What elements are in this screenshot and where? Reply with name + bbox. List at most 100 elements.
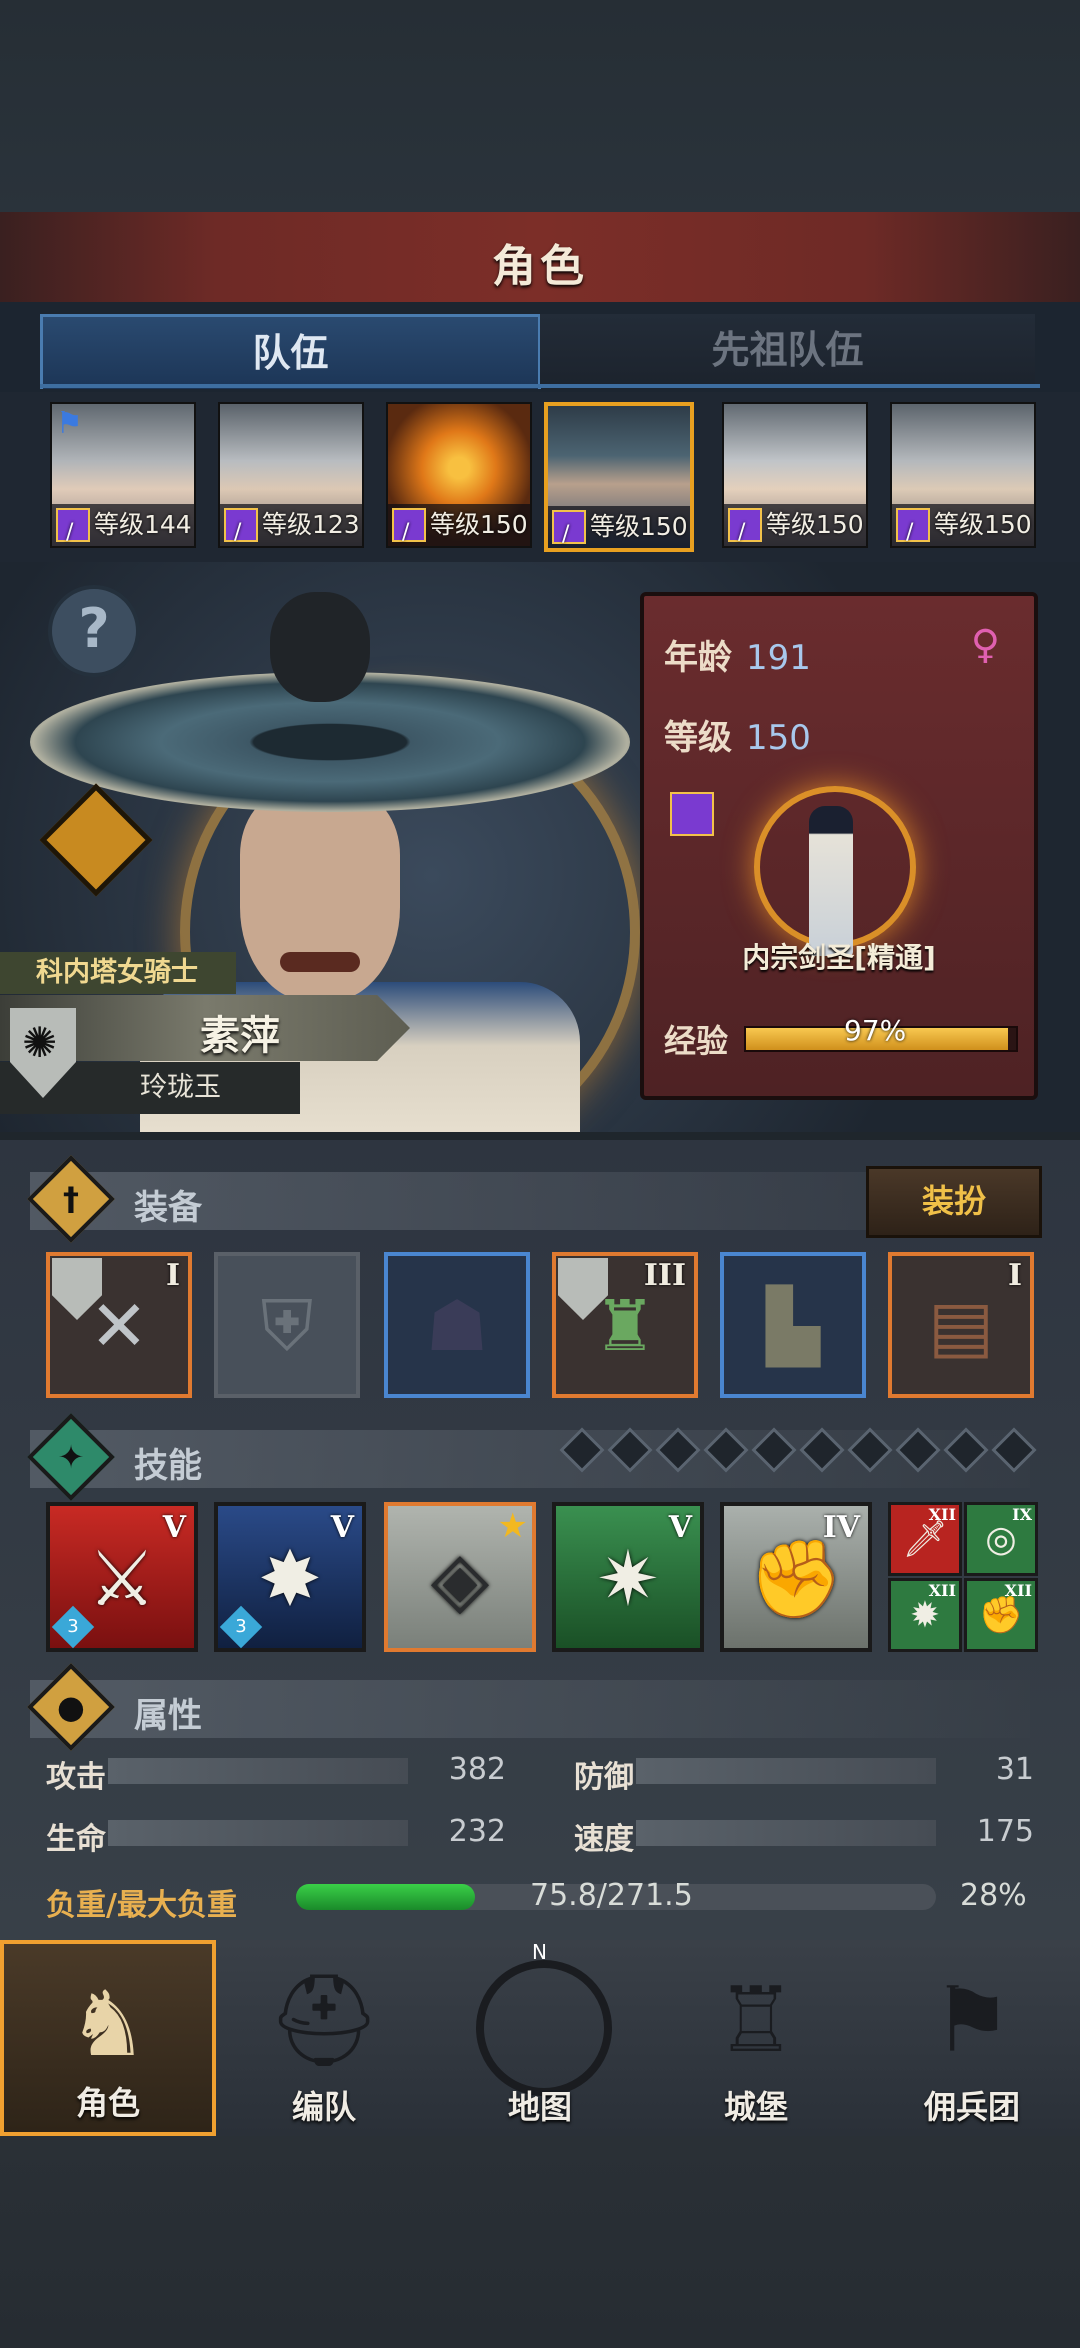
level-label: 等级123 <box>220 504 362 546</box>
roster-slot[interactable]: 等级150 <box>722 402 868 548</box>
speed-value: 175 <box>976 1814 1034 1849</box>
nav-mercenary[interactable]: ⚑ 佣兵团 <box>864 1940 1080 2136</box>
banner-fist-icon: ⚑ <box>931 1968 1013 2073</box>
equip-slot-armor[interactable]: ♜ III <box>552 1252 698 1398</box>
tab-underline <box>40 384 1040 388</box>
roster-slot[interactable]: 等级150 <box>386 402 532 548</box>
equip-slot-head[interactable]: ☗ <box>384 1252 530 1398</box>
hair-bun <box>270 592 370 702</box>
boots-icon: ▙ <box>766 1285 820 1367</box>
equip-slot-boots[interactable]: ▙ <box>720 1252 866 1398</box>
class-name: 内宗剑圣[精通] <box>742 941 936 974</box>
faction-label: 科内塔女骑士 <box>0 952 236 994</box>
character-name: 素萍 <box>200 1013 280 1059</box>
nav-formation[interactable]: ⛑ 编队 <box>216 1940 432 2136</box>
castle-icon: ♖ <box>715 1968 797 2073</box>
character-title: 玲珑玉 <box>140 1072 221 1103</box>
speed-bar <box>636 1820 936 1846</box>
class-icon <box>392 508 426 542</box>
gem-icon: 3 <box>51 1605 95 1649</box>
nav-character[interactable]: ♞ 角色 <box>0 1940 216 2136</box>
help-button[interactable]: ? <box>48 585 140 677</box>
class-icon <box>896 508 930 542</box>
title-bar: 角色 <box>0 212 1080 305</box>
skill-slot[interactable]: ✷ V <box>552 1502 704 1652</box>
compass-icon <box>476 1960 612 2096</box>
potion-button[interactable] <box>39 780 153 897</box>
skill-slot[interactable]: ◈ ★ <box>384 1502 536 1652</box>
top-background <box>0 0 1080 212</box>
class-icon <box>224 508 258 542</box>
level-label: 等级150 <box>548 506 690 548</box>
bottom-nav: ♞ 角色 ⛑ 编队 N 地图 ♖ 城堡 ⚑ 佣兵团 <box>0 1940 1080 2136</box>
weight-value: 75.8/271.5 <box>530 1878 693 1913</box>
passive-skill-slot[interactable]: ✹ XII <box>888 1578 962 1652</box>
defense-value: 31 <box>995 1752 1034 1787</box>
bottom-background <box>0 2136 1080 2348</box>
equip-slot-weapon[interactable]: ✕ I <box>46 1252 192 1398</box>
female-icon: ♀ <box>970 622 1000 668</box>
passive-skill-slot[interactable]: ✊ XII <box>964 1578 1038 1652</box>
equip-slot-accessory[interactable]: ▤ I <box>888 1252 1034 1398</box>
skill-slot[interactable]: ✊ IV <box>720 1502 872 1652</box>
level-label: 等级150 <box>724 504 866 546</box>
weight-label: 负重/最大负重 <box>46 1888 237 1923</box>
exp-value: 97% <box>844 1014 907 1047</box>
class-icon <box>552 510 586 544</box>
roster-slot[interactable]: 等级150 <box>890 402 1036 548</box>
tab-team[interactable]: 队伍 <box>40 314 541 389</box>
potion-icon <box>39 783 153 897</box>
character-mouth <box>280 952 360 972</box>
passive-skill-slot[interactable]: 🗡 XII <box>888 1502 962 1576</box>
attack-bar <box>108 1758 408 1784</box>
knight-icon: ♞ <box>67 1972 149 2077</box>
nav-map[interactable]: N 地图 <box>432 1940 648 2136</box>
attributes-title: 属性 <box>134 1696 202 1736</box>
team-roster: ⚑ 等级144 等级123 等级150 等级150 等级150 等级150 <box>0 392 1080 562</box>
attack-value: 382 <box>448 1752 506 1787</box>
level-row: 等级 150 <box>664 718 811 758</box>
hood-icon: ☗ <box>425 1285 489 1367</box>
class-icon <box>728 508 762 542</box>
age-value: 191 <box>746 638 811 678</box>
exp-label: 经验 <box>664 1022 729 1060</box>
level-label: 等级144 <box>52 504 194 546</box>
question-icon: ? <box>78 597 110 660</box>
speed-label: 速度 <box>574 1822 634 1857</box>
roster-slot-selected[interactable]: 等级150 <box>544 402 694 552</box>
gem-icon: 3 <box>219 1605 263 1649</box>
nav-castle[interactable]: ♖ 城堡 <box>648 1940 864 2136</box>
info-panel: 年龄 191 ♀ 等级 150 内宗剑圣[精通] 经验 97% <box>640 592 1038 1100</box>
empty-shield-slot-icon: ⛨ <box>260 1285 314 1367</box>
class-icon <box>56 508 90 542</box>
helmet-icon: ⛑ <box>266 1968 382 2073</box>
hp-bar <box>108 1820 408 1846</box>
page-title: 角色 <box>492 241 588 292</box>
age-row: 年龄 191 <box>664 638 811 678</box>
weight-bar-fill <box>296 1884 476 1910</box>
level-label: 等级150 <box>388 504 530 546</box>
roster-slot[interactable]: 等级123 <box>218 402 364 548</box>
equip-slot-offhand[interactable]: ⛨ <box>214 1252 360 1398</box>
star-icon: ★ <box>497 1506 528 1546</box>
tab-ancestor-team[interactable]: 先祖队伍 <box>540 314 1035 386</box>
attributes-header: ● 属性 <box>27 1663 1030 1751</box>
level-label: 等级150 <box>892 504 1034 546</box>
equipment-title: 装备 <box>134 1188 202 1228</box>
skill-slot[interactable]: ⚔ V 3 <box>46 1502 198 1652</box>
outfit-button[interactable]: 装扮 <box>866 1166 1042 1238</box>
class-icon <box>670 792 714 836</box>
hp-label: 生命 <box>46 1822 106 1857</box>
passive-skill-slot[interactable]: ◎ IX <box>964 1502 1038 1576</box>
defense-label: 防御 <box>574 1760 634 1795</box>
skills-title: 技能 <box>134 1446 202 1486</box>
roster-slot[interactable]: ⚑ 等级144 <box>50 402 196 548</box>
hp-value: 232 <box>448 1814 506 1849</box>
skill-slot[interactable]: ✸ V 3 <box>214 1502 366 1652</box>
defense-bar <box>636 1758 936 1784</box>
tab-bar: 队伍 先祖队伍 <box>0 302 1080 392</box>
flag-icon: ⚑ <box>56 406 83 441</box>
attack-label: 攻击 <box>46 1760 106 1795</box>
level-value: 150 <box>746 718 811 758</box>
weight-percent: 28% <box>960 1878 1027 1913</box>
